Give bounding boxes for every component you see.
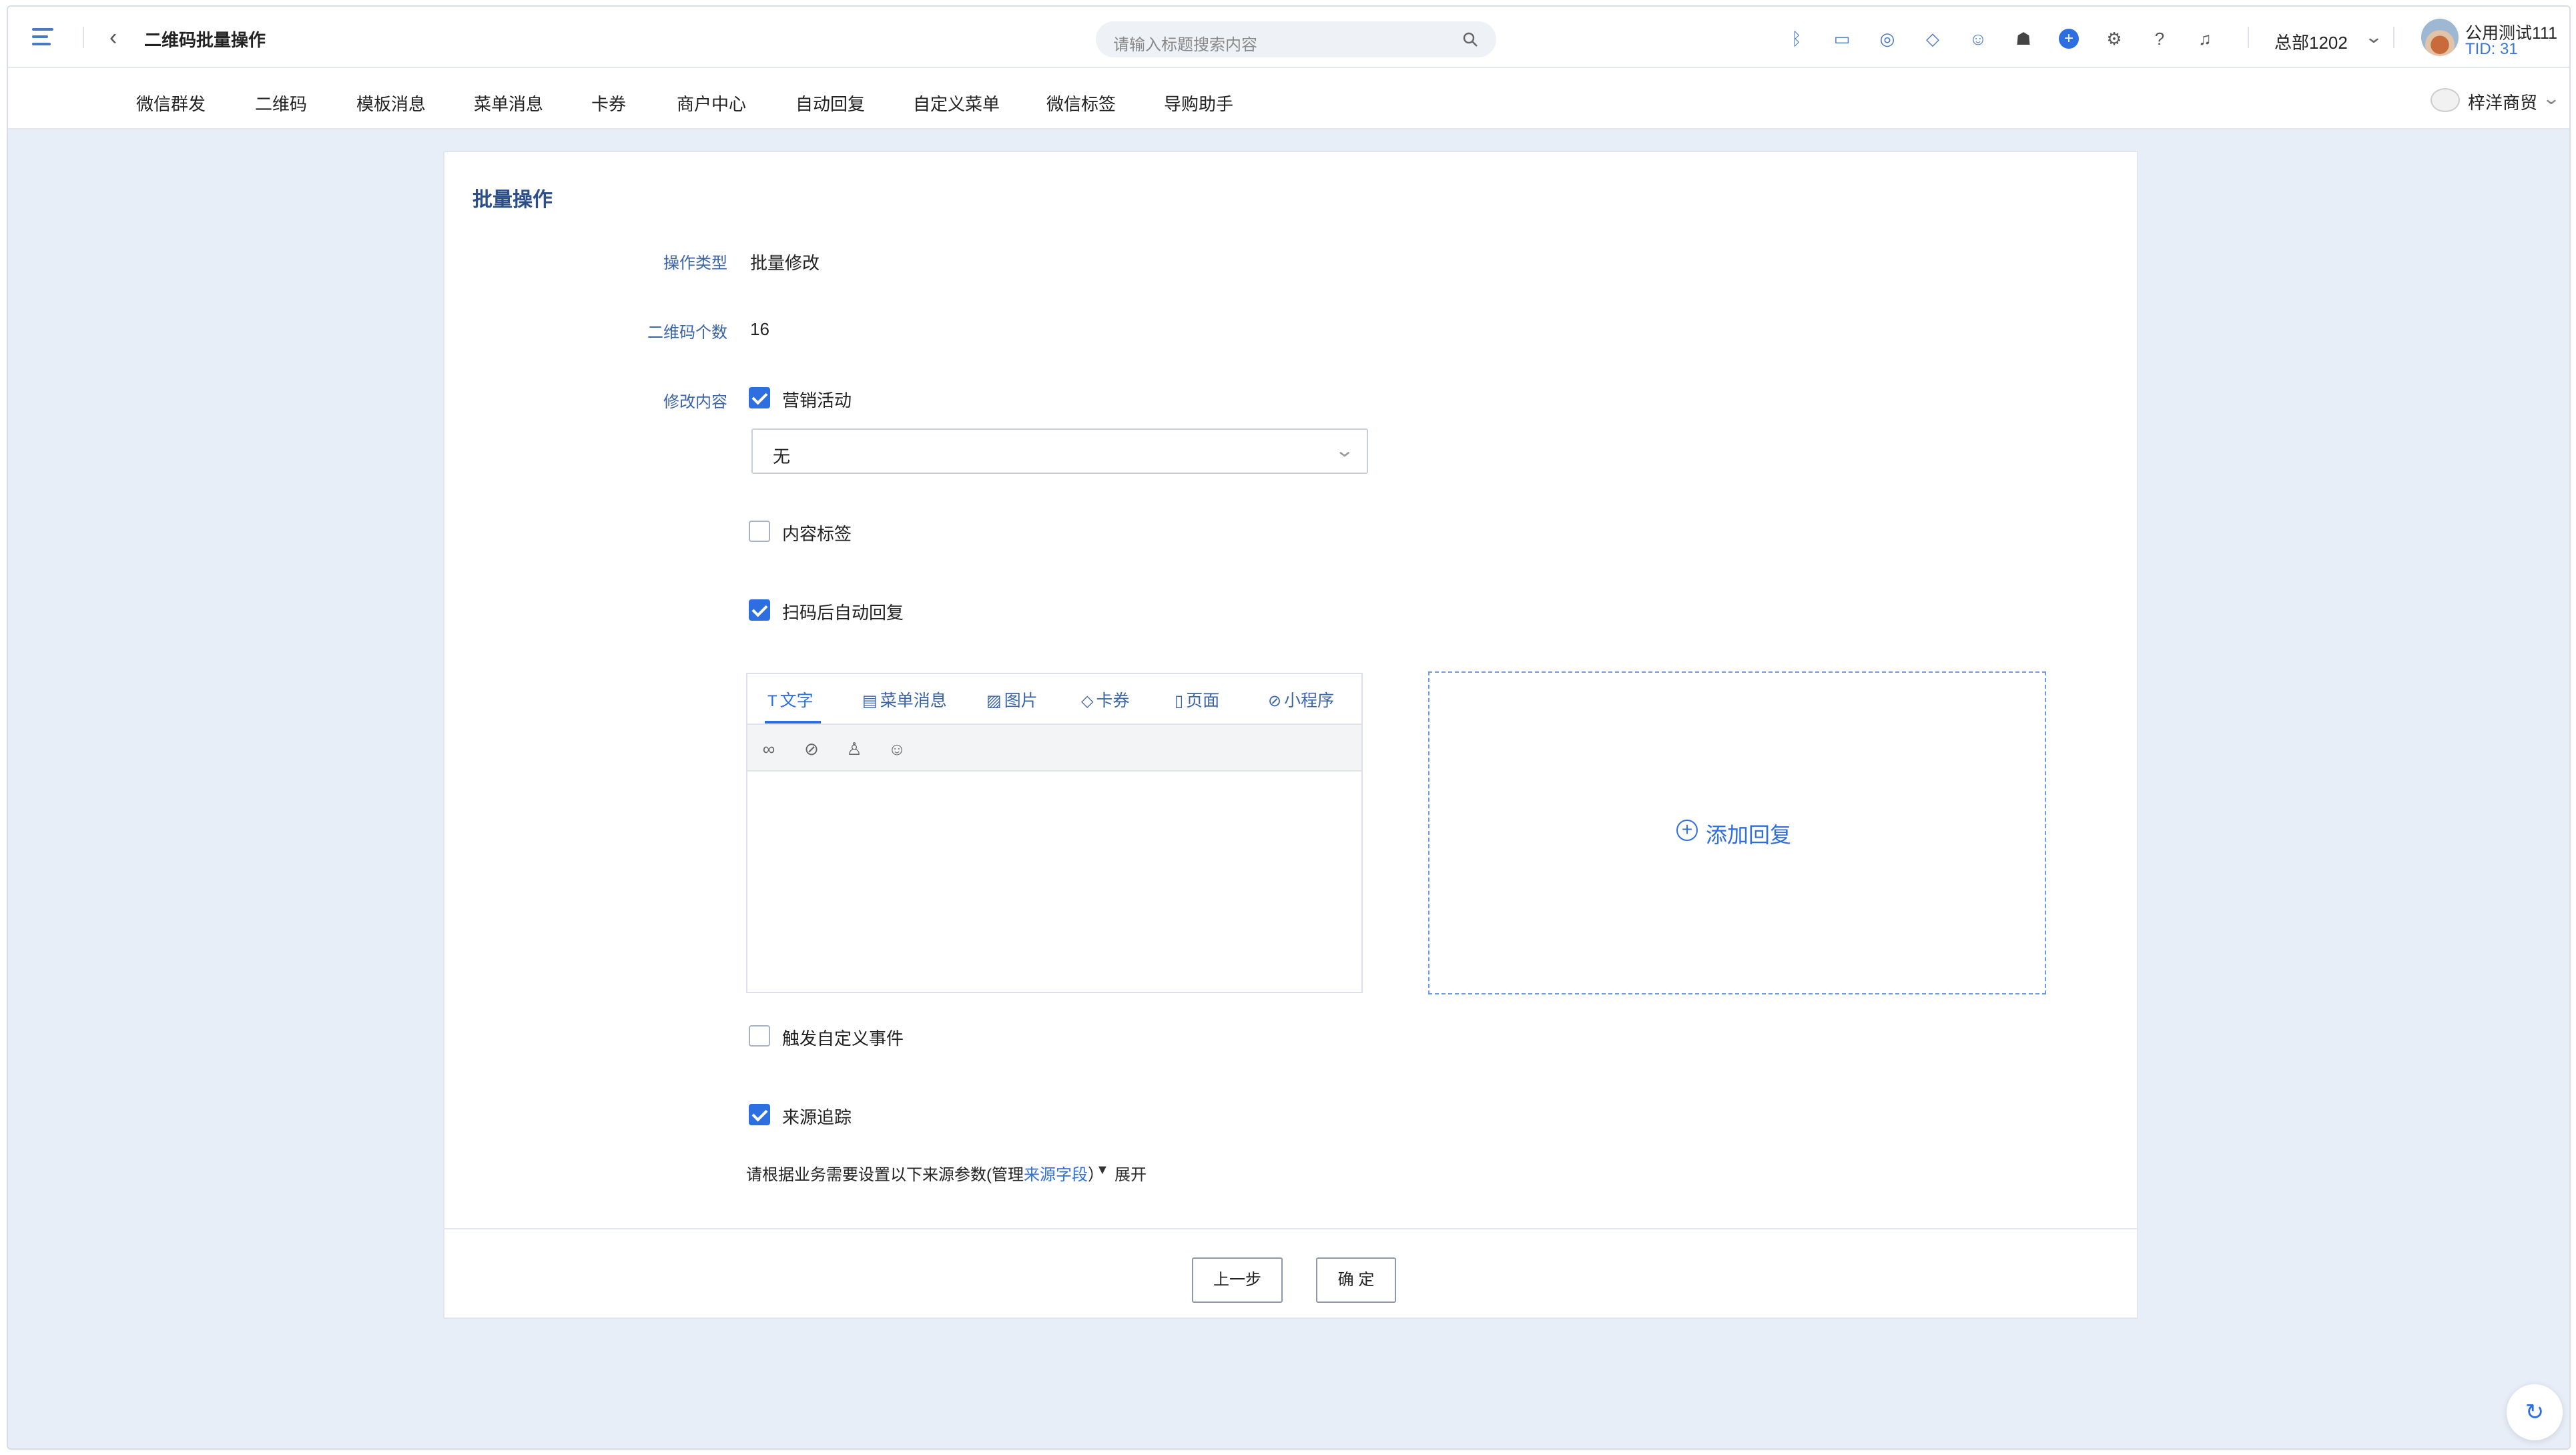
source-field-link[interactable]: 来源字段 (1024, 1166, 1088, 1184)
users-icon[interactable]: ☺ (1965, 25, 1991, 52)
nav-item-qrcode[interactable]: 二维码 (255, 91, 307, 115)
content-label: 修改内容 (663, 393, 727, 411)
custom-event-checkbox[interactable] (749, 1025, 770, 1047)
marketing-label: 营销活动 (782, 390, 852, 410)
tab-page[interactable]: ▯ 页面 (1175, 687, 1219, 711)
user-tid: TID: 31 (2465, 40, 2518, 58)
nav-item-auto-reply[interactable]: 自动回复 (795, 91, 865, 115)
mini-program-link-icon[interactable]: ⊘ (801, 738, 822, 760)
text-icon: T (767, 692, 777, 710)
nav-item-menu-msg[interactable]: 菜单消息 (474, 91, 543, 115)
content-tag-checkbox[interactable] (749, 521, 770, 542)
op-type-label: 操作类型 (663, 254, 727, 272)
bluetooth-icon[interactable]: ᛒ (1783, 25, 1810, 52)
search-icon[interactable] (1462, 31, 1479, 48)
compass-icon[interactable]: ◎ (1874, 25, 1901, 52)
custom-event-label: 触发自定义事件 (782, 1029, 904, 1049)
footer-divider (444, 1228, 2137, 1229)
nav-item-merchant[interactable]: 商户中心 (677, 91, 746, 115)
help-icon[interactable]: ? (2146, 25, 2173, 52)
main-nav: 微信群发 二维码 模板消息 菜单消息 卡券 商户中心 自动回复 自定义菜单 微信… (8, 68, 2569, 129)
count-value: 16 (750, 319, 769, 339)
mini-program-icon: ⊘ (1268, 692, 1282, 710)
hint-text: 请根据业务需要设置以下来源参数(管理 (746, 1166, 1024, 1184)
header-toolbar: ᛒ ▭ ◎ ◇ ☺ ☗ ⚙ ? ♫ (1783, 25, 2218, 52)
chevron-down-icon[interactable]: ⌄ (2364, 27, 2383, 47)
active-tab-underline (765, 721, 821, 723)
tab-menu-msg[interactable]: ▤ 菜单消息 (862, 687, 947, 711)
page-icon: ▯ (1175, 692, 1184, 710)
source-tracking-label: 来源追踪 (782, 1107, 852, 1127)
brand-logo (2431, 88, 2460, 112)
nav-item-coupon[interactable]: 卡券 (591, 91, 626, 115)
nav-item-shopping-guide[interactable]: 导购助手 (1164, 91, 1233, 115)
plus-circle-icon: + (1676, 820, 1698, 841)
tab-coupon[interactable]: ◇ 卡券 (1081, 687, 1129, 711)
marketing-select-value: 无 (773, 447, 791, 467)
store-selector[interactable]: 总部1202 (2274, 29, 2348, 54)
link-icon[interactable]: ∞ (758, 738, 779, 760)
source-hint: 请根据业务需要设置以下来源参数(管理来源字段） (746, 1161, 1104, 1185)
user-icon[interactable]: ♙ (844, 738, 865, 760)
message-icon[interactable]: ▭ (1829, 25, 1855, 52)
back-arrow-icon[interactable]: ‹ (109, 25, 133, 49)
divider (2393, 27, 2394, 48)
confirm-button[interactable]: 确 定 (1316, 1257, 1396, 1303)
batch-operation-card: 批量操作 操作类型 批量修改 二维码个数 16 修改内容 营销活动 无 ⌄ 内容… (443, 151, 2138, 1319)
tag-icon: ◇ (1081, 692, 1094, 710)
add-reply-label: 添加回复 (1706, 823, 1792, 847)
headset-icon[interactable]: ☗ (2010, 25, 2037, 52)
source-tracking-checkbox[interactable] (749, 1104, 770, 1125)
nav-item-wechat-tag[interactable]: 微信标签 (1046, 91, 1116, 115)
count-label: 二维码个数 (647, 324, 727, 342)
prev-step-button[interactable]: 上一步 (1192, 1257, 1283, 1303)
search-placeholder: 请输入标题搜索内容 (1113, 36, 1257, 54)
tab-text[interactable]: T 文字 (767, 687, 814, 711)
tag-icon[interactable]: ◇ (1919, 25, 1946, 52)
content-tag-label: 内容标签 (782, 524, 852, 544)
chevron-down-icon: ⌄ (1334, 440, 1355, 461)
avatar[interactable] (2421, 19, 2459, 56)
auto-reply-label: 扫码后自动回复 (782, 603, 904, 623)
nav-item-template-msg[interactable]: 模板消息 (356, 91, 426, 115)
support-chat-icon[interactable]: ↻ (2507, 1384, 2563, 1440)
caret-down-icon[interactable]: ▼ (1096, 1163, 1109, 1178)
brand-selector[interactable]: 梓洋商贸 (2468, 89, 2537, 114)
image-icon: ▨ (986, 692, 1002, 710)
auto-reply-checkbox[interactable] (749, 599, 770, 621)
search-input[interactable]: 请输入标题搜索内容 (1096, 21, 1496, 57)
card-title: 批量操作 (472, 189, 553, 211)
divider (83, 27, 84, 48)
divider (2248, 27, 2249, 48)
gear-icon[interactable]: ⚙ (2101, 25, 2128, 52)
list-icon: ▤ (862, 692, 878, 710)
op-type-value: 批量修改 (750, 253, 820, 273)
tab-mini-program[interactable]: ⊘ 小程序 (1268, 687, 1334, 711)
editor-tabs: T 文字 ▤ 菜单消息 ▨ 图片 ◇ 卡券 ▯ 页面 ⊘ 小程序 (747, 674, 1361, 725)
tab-image[interactable]: ▨ 图片 (986, 687, 1038, 711)
nav-item-wechat-mass[interactable]: 微信群发 (136, 91, 206, 115)
add-reply-button[interactable]: + 添加回复 (1428, 671, 2046, 994)
app-window: ‹ 二维码批量操作 请输入标题搜索内容 ᛒ ▭ ◎ ◇ ☺ ☗ ⚙ ? ♫ 总部… (7, 5, 2571, 1450)
bell-icon[interactable]: ♫ (2192, 25, 2218, 52)
page-title: 二维码批量操作 (144, 30, 266, 50)
chevron-down-icon[interactable]: ⌄ (2542, 88, 2561, 109)
nav-item-custom-menu[interactable]: 自定义菜单 (913, 91, 1000, 115)
reply-editor[interactable]: T 文字 ▤ 菜单消息 ▨ 图片 ◇ 卡券 ▯ 页面 ⊘ 小程序 ∞ ⊘ ♙ ☺ (746, 673, 1363, 993)
top-bar: ‹ 二维码批量操作 请输入标题搜索内容 ᛒ ▭ ◎ ◇ ☺ ☗ ⚙ ? ♫ 总部… (8, 7, 2569, 68)
marketing-checkbox[interactable] (749, 387, 770, 408)
editor-toolbar: ∞ ⊘ ♙ ☺ (747, 725, 1361, 772)
menu-icon[interactable] (32, 28, 53, 47)
expand-toggle[interactable]: 展开 (1114, 1161, 1147, 1185)
emoji-icon[interactable]: ☺ (886, 738, 908, 760)
marketing-select[interactable]: 无 ⌄ (751, 428, 1368, 474)
add-circle-icon[interactable] (2055, 25, 2082, 52)
